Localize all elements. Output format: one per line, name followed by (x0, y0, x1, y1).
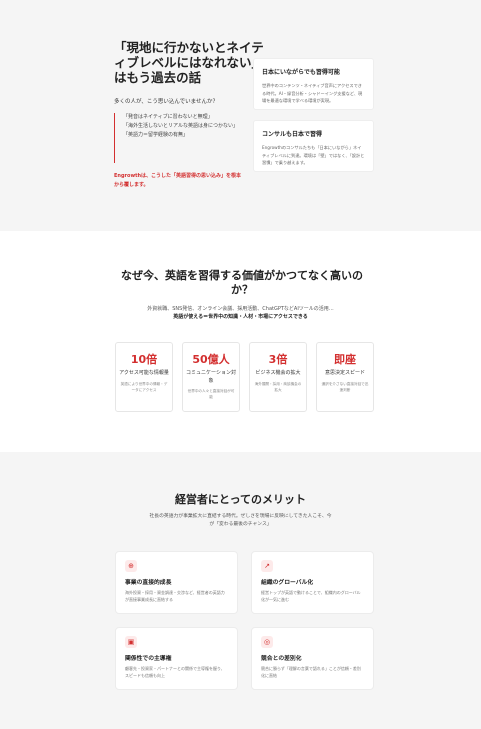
intro-note: Engrowthは、こうした「英語習得の思い込み」を根本から覆します。 (114, 173, 242, 188)
info-card-body: Engrowthのコンサルたちも「日本にいながら」ネイティブレベルに到達。環境は… (262, 145, 365, 165)
stat-desc: 海外展開・採用・商談機会の拡大 (254, 381, 302, 392)
merits-subtitle: 社長の英語力が事業拡大に直結する時代。ぜしさを現場に反映にしてきた人こそ、今が「… (149, 514, 332, 527)
stat-number: 即座 (334, 353, 356, 366)
target-icon: ◎ (261, 636, 273, 648)
intro-section: 「現地に行かないとネイティブレベルにはなれない」はもう過去の話 多くの人が、こう… (0, 0, 481, 231)
stat-label: アクセス可能な情報量 (119, 370, 169, 376)
merit-desc: 顧客先・投資家・パートナーとの関係で主導権を握り、スピードも信頼も向上 (125, 666, 225, 678)
stat-number: 50億人 (192, 353, 230, 366)
stat-card-people: 50億人 コミュニケーション対象 世界中の人々と直接対話が可能 (182, 342, 240, 412)
merit-title: 組織のグローバル化 (261, 580, 314, 586)
myth-quotes: 「発音はネイティブに習わないと無理」 「海外生活しないとリアルな英語は身につかな… (114, 113, 238, 163)
merit-desc: 海外投資・採用・資金調達・交渉など、経営者の英語力が直接事業成長に直結する (125, 590, 225, 602)
globe-icon: ⊕ (125, 560, 137, 572)
stat-card-info: 10倍 アクセス可能な情報量 英語により世界中の情報・データにアクセス (115, 342, 173, 412)
merit-card-leadership: ▣ 関係性での主導権 顧客先・投資家・パートナーとの関係で主導権を握り、スピード… (115, 627, 238, 690)
info-card-domestic: 日本にいながらでも習得可能 世界中のコンテンツ・ネイティブ音声にアクセスできる時… (253, 58, 374, 110)
intro-title: 「現地に行かないとネイティブレベルにはなれない」はもう過去の話 (114, 40, 265, 85)
why-now-section: なぜ今、英語を習得する価値がかつてなく高いのか？ 外資就職、SNS発信、オンライ… (0, 231, 481, 452)
quote-item: 「英語力＝留学経験の有無」 (123, 132, 189, 138)
quote-item: 「海外生活しないとリアルな英語は身につかない」 (123, 123, 238, 129)
info-card-consultant: コンサルも日本で習得 Engrowthのコンサルたちも「日本にいながら」ネイティ… (253, 120, 374, 172)
intro-subtitle: 多くの人が、こう思い込んでいませんか？ (114, 99, 218, 105)
info-card-title: コンサルも日本で習得 (262, 131, 323, 138)
trend-icon: ↗ (261, 560, 273, 572)
merits-section: 経営者にとってのメリット 社長の英語力が事業拡大に直結する時代。ぜしさを現場に反… (0, 452, 481, 729)
merit-desc: 経営トップが英語で動けることで、組織内のグローバル化が一気に進む (261, 590, 361, 602)
stat-number: 3倍 (268, 353, 288, 366)
stat-label: ビジネス機会の拡大 (255, 370, 301, 376)
stat-label: コミュニケーション対象 (186, 370, 236, 384)
stat-desc: 通訳を介さない直接対話で迅速判断 (321, 381, 369, 392)
info-card-title: 日本にいながらでも習得可能 (262, 69, 340, 76)
why-now-title: なぜ今、英語を習得する価値がかつてなく高いのか？ (121, 269, 363, 296)
why-now-highlight: 英語が使える＝世界中の知識・人材・市場にアクセスできる (173, 314, 308, 320)
stat-card-speed: 即座 意思決定スピード 通訳を介さない直接対話で迅速判断 (316, 342, 374, 412)
merit-title: 競合との差別化 (261, 656, 302, 662)
stat-number: 10倍 (130, 353, 158, 366)
stat-label: 意思決定スピード (324, 370, 365, 376)
merits-title: 経営者にとってのメリット (174, 493, 307, 506)
merit-card-global: ↗ 組織のグローバル化 経営トップが英語で動けることで、組織内のグローバル化が一… (251, 551, 374, 614)
merit-card-growth: ⊕ 事業の直接的成長 海外投資・採用・資金調達・交渉など、経営者の英語力が直接事… (115, 551, 238, 614)
briefcase-icon: ▣ (125, 636, 137, 648)
stat-desc: 英語により世界中の情報・データにアクセス (120, 381, 168, 392)
why-now-subtitle: 外資就職、SNS発信、オンライン会議、採用活動、ChatGPTなどAIツールの活… (147, 306, 334, 312)
info-card-body: 世界中のコンテンツ・ネイティブ音声にアクセスできる時代。AI・録音分析・シャドー… (262, 83, 363, 103)
merit-card-differentiation: ◎ 競合との差別化 競合に勝らず「理解の言葉で語れる」ことが信頼・差別化に直結 (251, 627, 374, 690)
merit-desc: 競合に勝らず「理解の言葉で語れる」ことが信頼・差別化に直結 (261, 666, 361, 678)
stat-desc: 世界中の人々と直接対話が可能 (187, 389, 235, 399)
merit-title: 事業の直接的成長 (125, 580, 172, 586)
stat-card-business: 3倍 ビジネス機会の拡大 海外展開・採用・商談機会の拡大 (249, 342, 307, 412)
quote-item: 「発音はネイティブに習わないと無理」 (123, 114, 213, 120)
merit-title: 関係性での主導権 (125, 656, 172, 662)
